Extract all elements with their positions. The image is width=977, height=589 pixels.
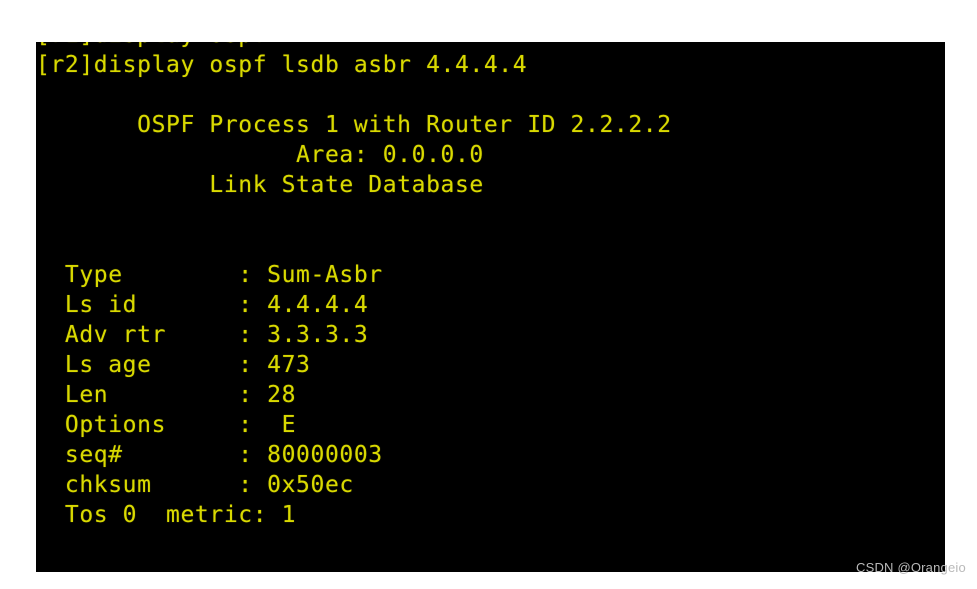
terminal-line-field-chksum: chksum : 0x50ec [36,472,354,498]
terminal-line-field-tos-metric: Tos 0 metric: 1 [36,502,297,528]
terminal-line-ospf-process-header: OSPF Process 1 with Router ID 2.2.2.2 [36,112,672,138]
terminal-line-spacer-2 [36,200,945,230]
terminal-line-area-header: Area: 0.0.0.0 [36,142,484,168]
terminal-window[interactable]: [r1]display ospf [r2]display ospf lsdb as… [36,42,945,572]
terminal-line-spacer-3 [36,230,945,260]
terminal-output: [r1]display ospf [r2]display ospf lsdb as… [36,42,945,530]
csdn-watermark: CSDN @Orangeio [856,560,966,575]
terminal-line-field-ls-age: Ls age : 473 [36,352,311,378]
terminal-line-spacer-1 [36,80,945,110]
terminal-line-field-seq: seq# : 80000003 [36,442,383,468]
terminal-line-field-options: Options : E [36,412,297,438]
terminal-line-field-ls-id: Ls id : 4.4.4.4 [36,292,369,318]
terminal-line-field-type: Type : Sum-Asbr [36,262,383,288]
screenshot-root: [r1]display ospf [r2]display ospf lsdb as… [0,0,977,589]
terminal-line-field-adv-rtr: Adv rtr : 3.3.3.3 [36,322,369,348]
terminal-line-field-len: Len : 28 [36,382,297,408]
terminal-line-scrolled-prompt-remnant: [r1]display ospf [36,42,945,50]
terminal-line-lsdb-header: Link State Database [36,172,484,198]
terminal-line-command-line: [r2]display ospf lsdb asbr 4.4.4.4 [36,52,528,78]
